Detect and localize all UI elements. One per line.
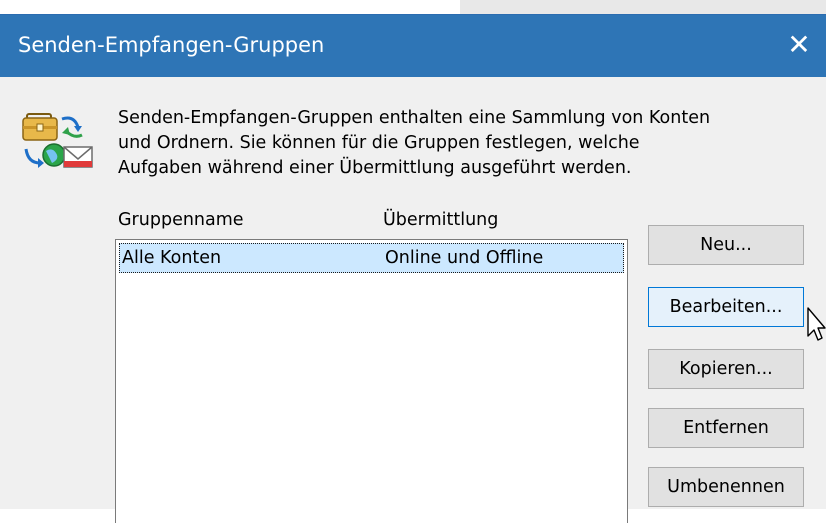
window-title: Senden-Empfangen-Gruppen bbox=[18, 33, 325, 57]
title-bar: Senden-Empfangen-Gruppen ✕ bbox=[0, 15, 826, 77]
list-item[interactable]: Alle Konten Online und Offline bbox=[119, 243, 624, 273]
mouse-pointer-icon bbox=[806, 306, 826, 350]
rename-button[interactable]: Umbenennen bbox=[648, 467, 804, 507]
intro-line-2: und Ordnern. Sie können für die Gruppen … bbox=[118, 133, 640, 153]
intro-line-1: Senden-Empfangen-Gruppen enthalten eine … bbox=[118, 108, 711, 128]
list-item-transfer: Online und Offline bbox=[385, 248, 544, 268]
send-receive-groups-dialog: Senden-Empfangen-Gruppen ✕ Senden-Empfan… bbox=[0, 14, 826, 523]
edit-button[interactable]: Bearbeiten... bbox=[648, 287, 804, 327]
copy-button[interactable]: Kopieren... bbox=[648, 349, 804, 389]
remove-button[interactable]: Entfernen bbox=[648, 408, 804, 448]
new-button[interactable]: Neu... bbox=[648, 225, 804, 265]
intro-text: Senden-Empfangen-Gruppen enthalten eine … bbox=[118, 106, 818, 181]
intro-line-3: Aufgaben während einer Übermittlung ausg… bbox=[118, 158, 632, 178]
column-header-transfer: Übermittlung bbox=[383, 210, 499, 230]
column-header-group-name: Gruppenname bbox=[118, 210, 244, 230]
close-icon[interactable]: ✕ bbox=[778, 24, 820, 66]
background-window-left bbox=[0, 0, 460, 14]
groups-list[interactable]: Alle Konten Online und Offline bbox=[115, 239, 628, 523]
background-window-right bbox=[460, 0, 826, 14]
list-item-group-name: Alle Konten bbox=[122, 248, 222, 268]
send-receive-groups-icon bbox=[22, 109, 94, 171]
background-window-strip bbox=[0, 0, 826, 14]
